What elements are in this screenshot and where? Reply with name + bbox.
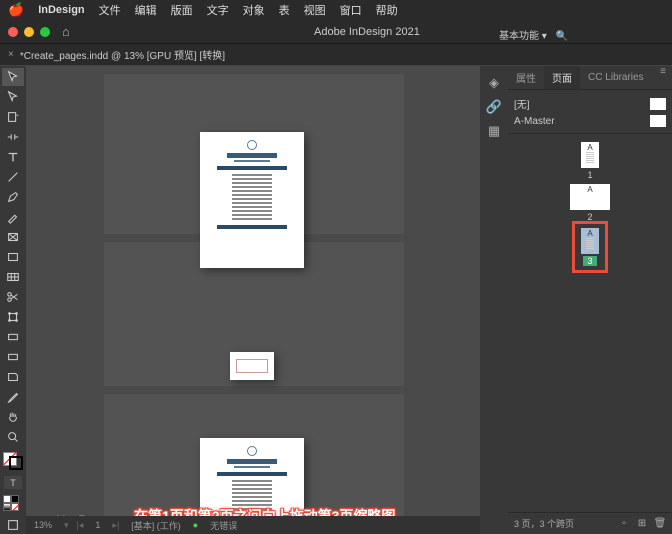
table-cell-tool[interactable] [2,268,24,286]
window-minimize-button[interactable] [24,27,34,37]
view-mode-toggle[interactable] [2,516,24,534]
document-tab[interactable]: × *Create_pages.indd @ 13% [GPU 预览] [转换] [0,44,672,66]
page-1[interactable] [200,132,304,268]
eyedropper-tool[interactable] [2,388,24,406]
system-menubar: 🍎 InDesign 文件 编辑 版面 文字 对象 表 视图 窗口 帮助 [0,0,672,20]
menu-layout[interactable]: 版面 [171,2,193,18]
links-icon[interactable]: 🔗 [485,98,503,116]
home-icon[interactable]: ⌂ [62,24,70,39]
menu-app[interactable]: InDesign [38,4,84,16]
pages-panel-footer: 3 页，3 个跨页 ▫ ⊞ 🗑 [508,512,672,534]
menu-view[interactable]: 视图 [304,2,326,18]
pages-count-label: 3 页，3 个跨页 [514,517,574,530]
tab-pages[interactable]: 页面 [544,66,580,89]
tab-cc-libraries[interactable]: CC Libraries [580,66,652,89]
menu-file[interactable]: 文件 [99,2,121,18]
panel-dock-strip: ◈ 🔗 ▦ [480,66,508,534]
page-thumb-2[interactable]: A 2 [570,184,610,222]
status-bar: 13%▾ |◂ 1 ▸| [基本] (工作) ● 无错误 [26,516,480,534]
page-2[interactable] [230,352,274,380]
hand-tool[interactable] [2,408,24,426]
menu-window[interactable]: 窗口 [340,2,362,18]
preflight-profile[interactable]: [基本] (工作) [127,519,185,532]
master-a[interactable]: A-Master [514,113,666,129]
edit-page-size-icon[interactable]: ▫ [618,518,630,530]
layers-icon[interactable]: ◈ [485,74,503,92]
panel-tabs: 属性 页面 CC Libraries ≡ [508,66,672,90]
workspace-label: 基本功能 [499,31,539,42]
note-tool[interactable] [2,368,24,386]
gradient-feather-tool[interactable] [2,348,24,366]
page-num-1: 1 [587,170,592,180]
window-close-button[interactable] [8,27,18,37]
stroke-swatch[interactable] [9,456,23,470]
panel-menu-icon[interactable]: ≡ [654,66,672,89]
free-transform-tool[interactable] [2,308,24,326]
gap-tool[interactable] [2,128,24,146]
gradient-swatch-tool[interactable] [2,328,24,346]
pencil-tool[interactable] [2,208,24,226]
menu-help[interactable]: 帮助 [376,2,398,18]
master-a-thumb [650,115,666,127]
document-canvas[interactable]: 在第1页和第2页之间向上拖动第3页缩略图 www.MacZ.com [26,66,480,534]
zoom-tool[interactable] [2,428,24,446]
menu-object[interactable]: 对象 [243,2,265,18]
master-none[interactable]: [无] [514,94,666,113]
apple-logo-icon[interactable]: 🍎 [8,2,24,18]
scissors-tool[interactable] [2,288,24,306]
master-none-label: [无] [514,96,530,111]
page-thumb-3-selected[interactable]: A 3 [577,226,603,268]
zoom-level[interactable]: 13% [30,520,56,530]
delete-page-icon[interactable]: 🗑 [654,518,666,530]
new-page-icon[interactable]: ⊞ [636,518,648,530]
masters-section: [无] A-Master [508,90,672,134]
document-tab-label: *Create_pages.indd @ 13% [GPU 预览] [转换] [20,47,225,62]
tool-panel: T [0,66,26,534]
page-thumb-1[interactable]: A 1 [581,142,599,180]
pen-tool[interactable] [2,188,24,206]
pages-thumbnails: A 1 A 2 A 3 [508,134,672,512]
page-num-2: 2 [587,212,592,222]
menu-type[interactable]: 文字 [207,2,229,18]
selection-tool[interactable] [2,68,24,86]
line-tool[interactable] [2,168,24,186]
rectangle-tool[interactable] [2,248,24,266]
stroke-icon[interactable]: ▦ [485,122,503,140]
master-none-thumb [650,98,666,110]
page-num-3: 3 [583,256,596,266]
panels-area: 属性 页面 CC Libraries ≡ [无] A-Master A 1 A … [508,66,672,534]
menu-table[interactable]: 表 [279,2,290,18]
search-icon[interactable]: 🔍 [556,31,568,42]
workspace-switcher[interactable]: 基本功能 ▾ 🔍 [491,24,576,45]
rectangle-frame-tool[interactable] [2,228,24,246]
formatting-affects-text[interactable]: T [4,476,22,489]
apply-color-swatches[interactable] [3,495,23,511]
menu-edit[interactable]: 编辑 [135,2,157,18]
fill-stroke-swatches[interactable] [3,452,23,470]
master-a-label: A-Master [514,116,555,127]
tab-properties[interactable]: 属性 [508,66,544,89]
type-tool[interactable] [2,148,24,166]
page-number-field[interactable]: 1 [91,520,104,530]
window-zoom-button[interactable] [40,27,50,37]
preflight-status[interactable]: 无错误 [206,519,241,532]
page-tool[interactable] [2,108,24,126]
tab-close-icon[interactable]: × [8,49,14,60]
direct-selection-tool[interactable] [2,88,24,106]
